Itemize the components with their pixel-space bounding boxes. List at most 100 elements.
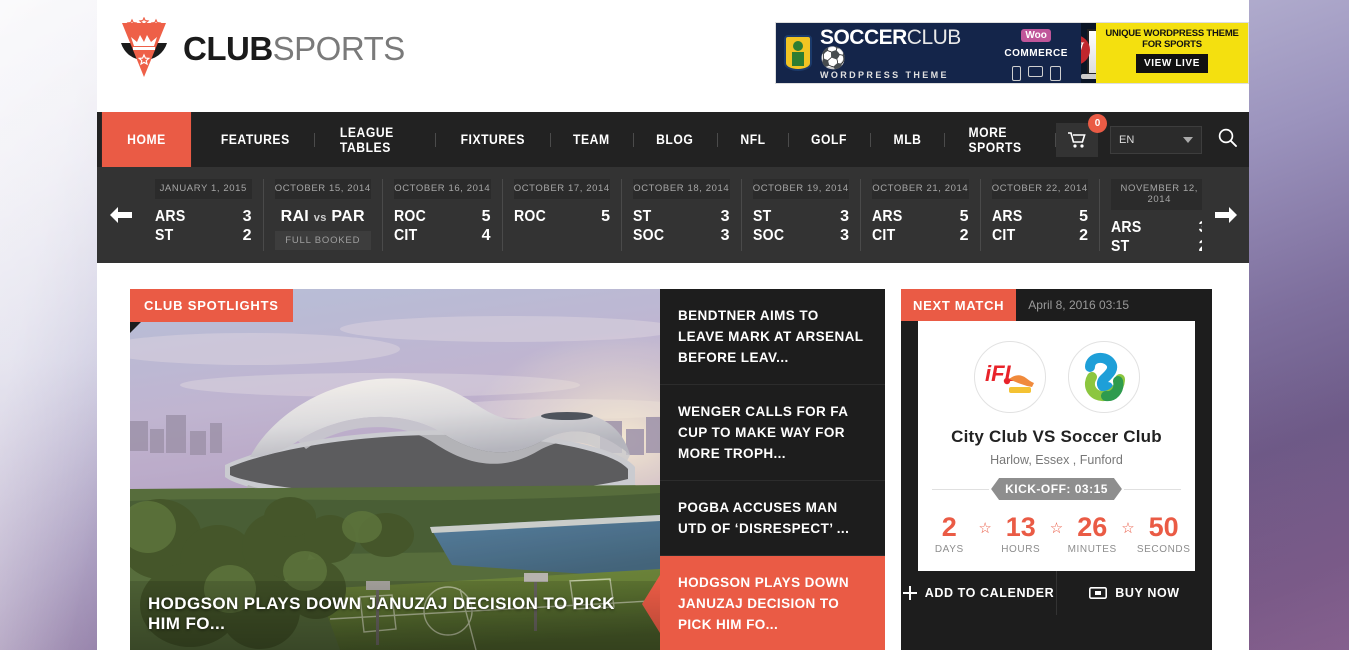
spotlight-headline-item[interactable]: HODGSON PLAYS DOWN JANUZAJ DECISION TO P…: [660, 556, 885, 650]
fixture-team: CIT: [872, 227, 896, 244]
nav-item-golf[interactable]: GOLF: [792, 112, 866, 167]
fixture-date: OCTOBER 15, 2014: [274, 179, 371, 199]
next-match-countdown: 2 DAYS ☆ 13 HOURS ☆ 26 MINUTES ☆ 50 SECONDS: [918, 513, 1195, 555]
fixture-date: OCTOBER 17, 2014: [513, 179, 610, 199]
divider-left: [932, 488, 990, 490]
fixture-row: ARS 5: [992, 207, 1089, 226]
nav-item-nfl[interactable]: NFL: [721, 112, 784, 167]
spotlight-headline-item[interactable]: WENGER CALLS FOR FA CUP TO MAKE WAY FOR …: [660, 385, 885, 481]
nav-utilities: 0 EN: [1056, 112, 1249, 167]
ticket-icon: [1089, 587, 1108, 599]
nav-item-fixtures[interactable]: FIXTURES: [442, 112, 544, 167]
fixture-score: 2: [1079, 227, 1088, 244]
star-icon: ☆: [1121, 520, 1135, 537]
fixture-date: OCTOBER 19, 2014: [752, 179, 849, 199]
cart-button[interactable]: 0: [1056, 113, 1107, 157]
chevron-down-icon: [1183, 136, 1193, 143]
fixture-team: CIT: [394, 227, 418, 244]
fixture-body: ARS3ST2: [1111, 210, 1202, 256]
divider-right: [1123, 488, 1181, 490]
ticker-next-button[interactable]: [1202, 167, 1249, 263]
ticker-fixture-list[interactable]: JANUARY 1, 2015 ARS 3 ST 2 OCTOBER 15, 2014 RA…: [144, 167, 1202, 263]
nav-divider: [314, 132, 316, 147]
nav-item-home[interactable]: HOME: [101, 112, 191, 167]
nav-item-team[interactable]: TEAM: [554, 112, 628, 167]
countdown-unit: 2 DAYS: [920, 513, 978, 555]
fixture-score: 4: [481, 227, 491, 244]
fixture-row: CIT 2: [992, 226, 1089, 245]
fixture-card[interactable]: OCTOBER 18, 2014 ST 3 SOC 3: [622, 179, 742, 251]
countdown-value: 13: [1005, 512, 1036, 542]
fixture-row: ARS 5: [872, 207, 969, 226]
fixture-row: ROC 5: [394, 207, 491, 226]
fixture-date: JANUARY 1, 2015: [155, 179, 252, 199]
fixture-date: OCTOBER 16, 2014: [394, 179, 491, 199]
next-match-card: iFL City Club VS Soccer Club Harlow, Ess…: [918, 321, 1195, 571]
fixture-score: 5: [1079, 208, 1088, 225]
mobile-icon: [1011, 66, 1021, 81]
nav-item-league-tables[interactable]: LEAGUE TABLES: [321, 112, 429, 167]
fixture-team: SOC: [633, 227, 665, 244]
language-select-value: EN: [1119, 133, 1135, 146]
buy-now-button[interactable]: BUY NOW: [1056, 571, 1212, 615]
fixture-row: ST 2: [155, 226, 252, 245]
fixture-team: ST: [752, 208, 772, 225]
svg-text:iFL: iFL: [985, 361, 1018, 386]
fixture-card[interactable]: OCTOBER 21, 2014 ARS 5 CIT 2: [861, 179, 981, 251]
countdown-label: MINUTES: [1067, 544, 1117, 555]
nav-item-features[interactable]: FEATURES: [202, 112, 309, 167]
fixture-body: ARS 5 CIT 2: [992, 199, 1089, 245]
plus-icon: [902, 586, 917, 600]
fixture-row: SOC 3: [753, 226, 850, 245]
language-select[interactable]: EN: [1110, 125, 1202, 154]
arrow-left-icon: [109, 207, 132, 223]
fixture-card[interactable]: OCTOBER 16, 2014 ROC 5 CIT 4: [383, 179, 503, 251]
nav-divider: [632, 132, 634, 147]
next-match-kickoff-row: KICK-OFF: 03:15: [918, 478, 1195, 500]
nav-divider: [435, 132, 436, 147]
banner-ad[interactable]: SOCCERCLUB⚽ WORDPRESS THEME Woo COMMERCE…: [775, 22, 1249, 84]
nav-item-more-sports[interactable]: MORE SPORTS: [950, 112, 1050, 167]
banner-headline-line1: UNIQUE WORDPRESS THEME: [1105, 28, 1239, 39]
fixture-card[interactable]: OCTOBER 19, 2014 ST 3 SOC 3: [742, 179, 861, 251]
spotlight-headline-list: BENDTNER AIMS TO LEAVE MARK AT ARSENAL B…: [660, 289, 885, 650]
fixture-date: OCTOBER 21, 2014: [872, 179, 969, 199]
spotlight-badge: CLUB SPOTLIGHTS: [130, 289, 293, 333]
fixture-score: 2: [242, 227, 252, 244]
site-logo-text: CLUBSPORTS: [183, 32, 405, 65]
fixture-card[interactable]: OCTOBER 15, 2014 RAI vs PAR FULL BOOKED: [264, 179, 383, 251]
banner-title: SOCCERCLUB⚽ WORDPRESS THEME: [820, 27, 973, 80]
next-match-kickoff: KICK-OFF: 03:15: [991, 478, 1122, 500]
fixture-score: 5: [481, 208, 491, 225]
nav-item-blog[interactable]: BLOG: [638, 112, 713, 167]
fixture-score: 3: [242, 208, 252, 225]
banner-woocommerce: Woo COMMERCE: [991, 25, 1081, 81]
spotlight-headline-item[interactable]: POGBA ACCUSES MAN UTD OF ‘DISRESPECT’ ..…: [660, 481, 885, 556]
banner-cta-area[interactable]: UNIQUE WORDPRESS THEME FOR SPORTS VIEW L…: [1096, 23, 1248, 83]
cart-icon: [1068, 131, 1086, 148]
add-to-calendar-button[interactable]: ADD TO CALENDER: [901, 571, 1056, 615]
search-icon: [1218, 128, 1237, 147]
fixture-row: ROC 5: [514, 207, 611, 226]
star-icon: ☆: [978, 520, 992, 537]
fixture-card[interactable]: JANUARY 1, 2015 ARS 3 ST 2: [144, 179, 264, 251]
spotlight-headline-item[interactable]: BENDTNER AIMS TO LEAVE MARK AT ARSENAL B…: [660, 289, 885, 385]
fixture-row: SOC 3: [633, 226, 730, 245]
woo-badge: Woo: [1021, 29, 1051, 42]
ticker-prev-button[interactable]: [97, 167, 144, 263]
fixture-team: ARS: [872, 208, 903, 225]
arrow-right-icon: [1214, 207, 1237, 223]
fixture-team: SOC: [752, 227, 784, 244]
search-button[interactable]: [1218, 128, 1237, 152]
fixture-card[interactable]: OCTOBER 17, 2014 ROC 5: [503, 179, 622, 251]
spotlight-featured-photo[interactable]: CLUB SPOTLIGHTS HODGSON PLAYS DOWN JANUZ…: [130, 289, 660, 650]
club-spotlights-widget: CLUB SPOTLIGHTS HODGSON PLAYS DOWN JANUZ…: [130, 289, 885, 650]
fixture-card[interactable]: NOVEMBER 12, 2014ARS3ST2: [1100, 179, 1202, 255]
banner-view-live-button[interactable]: VIEW LIVE: [1136, 54, 1208, 73]
star-icon: ☆: [1049, 520, 1064, 537]
site-logo[interactable]: CLUBSPORTS: [115, 16, 405, 79]
page-container: CLUBSPORTS SOCCERCLUB⚽ WORDPRESS THEME W…: [97, 0, 1249, 650]
fixture-card[interactable]: OCTOBER 22, 2014 ARS 5 CIT 2: [981, 179, 1100, 251]
nav-item-mlb[interactable]: MLB: [874, 112, 940, 167]
next-match-venue: Harlow, Essex , Funford: [990, 453, 1123, 467]
